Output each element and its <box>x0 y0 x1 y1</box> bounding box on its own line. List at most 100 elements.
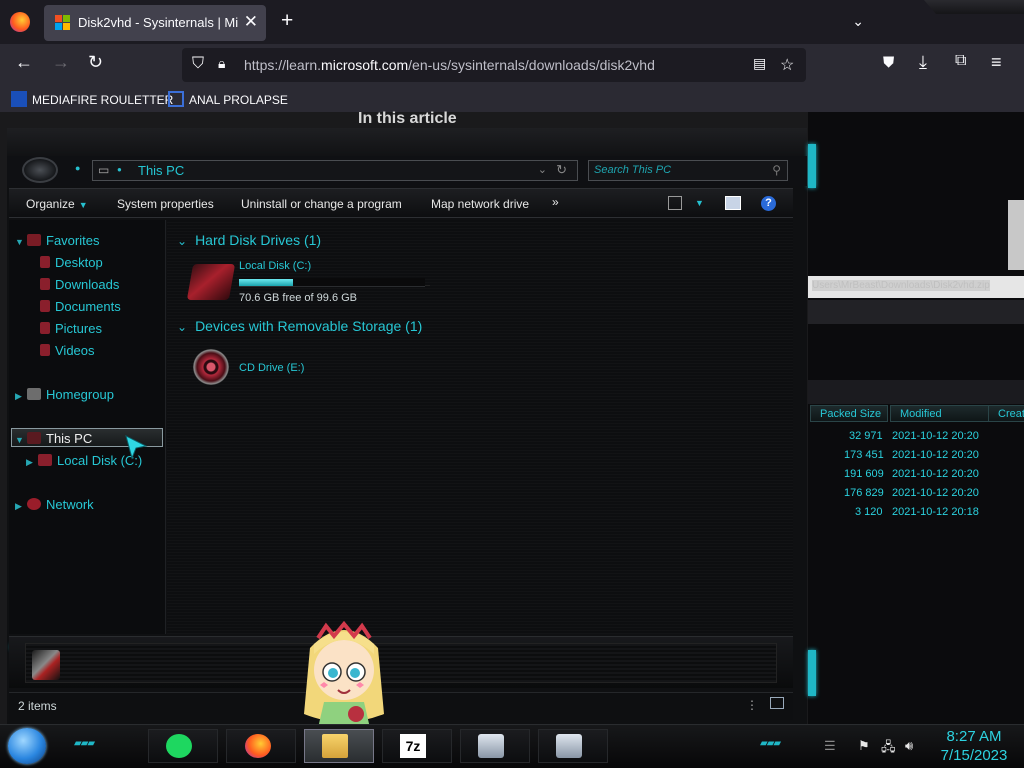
system-properties-button[interactable]: System properties <box>117 197 214 211</box>
clock-time: 8:27 AM <box>946 728 1002 745</box>
window-frame-decoration <box>924 0 1024 14</box>
extensions-icon[interactable]: ⧉ <box>955 52 966 70</box>
taskbar-decoration: ▰▰▰ <box>760 738 781 749</box>
nav-item-videos[interactable]: Videos <box>40 343 95 358</box>
refresh-icon[interactable]: ↻ <box>556 162 567 178</box>
table-row[interactable]: 173 451 2021-10-12 20:20 <box>808 446 1024 465</box>
address-text[interactable]: This PC <box>138 163 184 178</box>
collapse-chevron-icon[interactable]: ⌄ <box>177 320 187 334</box>
column-modified[interactable]: Modified <box>890 405 990 422</box>
documents-icon <box>40 300 50 312</box>
archive-column-headers: Packed Size Modified Creat <box>808 405 1024 423</box>
browser-tab-bar: Disk2vhd - Sysinternals | Micros ✕ + ⌄ <box>0 0 1024 44</box>
group-header-hard-disk-drives[interactable]: ⌄ Hard Disk Drives (1) <box>177 232 321 248</box>
preview-pane-icon[interactable] <box>725 196 741 210</box>
explorer-address-bar[interactable]: ▭ ● This PC ⌄ ↻ <box>92 160 578 181</box>
change-view-icon[interactable] <box>668 196 682 210</box>
back-forward-orb-icon[interactable] <box>22 157 58 183</box>
url-text[interactable]: https://learn.microsoft.com/en-us/sysint… <box>244 57 655 73</box>
volume-icon[interactable]: 🔊︎ <box>905 738 913 754</box>
nav-item-favorites[interactable]: ▼ Favorites <box>15 233 99 248</box>
chevron-down-icon: ▼ <box>78 200 88 210</box>
nav-item-documents[interactable]: Documents <box>40 299 121 314</box>
breadcrumb-arrow-icon[interactable]: ● <box>117 165 122 174</box>
local-disk-label[interactable]: Local Disk (C:) <box>239 260 311 272</box>
hard-drive-icon[interactable] <box>186 264 236 300</box>
forward-icon[interactable]: → <box>52 52 70 73</box>
column-packed-size[interactable]: Packed Size <box>810 405 888 422</box>
reload-icon[interactable]: ↻ <box>88 52 103 73</box>
system-clock[interactable]: 8:27 AM 7/15/2023 <box>930 727 1018 765</box>
back-icon[interactable]: ← <box>15 52 33 73</box>
frame-accent <box>808 144 816 188</box>
search-icon[interactable]: ⚲ <box>772 163 781 177</box>
reader-view-icon[interactable]: ▤ <box>753 55 766 72</box>
table-row[interactable]: 191 609 2021-10-12 20:20 <box>808 465 1024 484</box>
archive-address-bar[interactable]: Users\MrBeast\Downloads\Disk2vhd.zip <box>808 276 1024 298</box>
details-pane <box>9 636 793 688</box>
network-tray-icon[interactable]: 🖧︎ <box>881 738 896 760</box>
cd-drive-label[interactable]: CD Drive (E:) <box>239 362 304 374</box>
nav-item-downloads[interactable]: Downloads <box>40 277 119 292</box>
view-dropdown-icon[interactable]: ▼ <box>695 198 704 208</box>
clock-date: 7/15/2023 <box>940 747 1008 764</box>
computer-icon: ▭ <box>98 163 110 177</box>
close-tab-icon[interactable]: ✕ <box>244 12 258 32</box>
expand-arrow-icon[interactable]: ▼ <box>15 435 27 445</box>
expand-arrow-icon[interactable]: ▶ <box>15 391 27 402</box>
cd-drive-icon[interactable] <box>193 349 229 385</box>
action-center-flag-icon[interactable]: ⚑ <box>858 738 870 754</box>
homegroup-icon <box>27 388 41 400</box>
search-input[interactable]: Search This PC ⚲ <box>588 160 788 181</box>
firefox-icon[interactable] <box>10 12 30 32</box>
collapse-chevron-icon[interactable]: ⌄ <box>177 234 187 248</box>
table-row[interactable]: 32 971 2021-10-12 20:20 <box>808 427 1024 446</box>
expand-arrow-icon[interactable]: ▼ <box>15 237 27 247</box>
pocket-icon[interactable]: ⛊ <box>883 54 894 71</box>
lock-icon[interactable]: 🔒︎ <box>218 55 225 72</box>
organize-button[interactable]: Organize ▼ <box>26 197 88 211</box>
nav-item-network[interactable]: ▶ Network <box>15 497 94 512</box>
new-tab-button[interactable]: + <box>281 9 293 33</box>
group-header-removable-storage[interactable]: ⌄ Devices with Removable Storage (1) <box>177 318 422 334</box>
shield-icon[interactable]: ⛉ <box>192 55 204 73</box>
archive-toolbar <box>808 300 1024 324</box>
more-commands-button[interactable]: » <box>552 195 559 209</box>
bookmark-second[interactable]: ANAL PROLAPSE <box>168 91 288 107</box>
large-icons-view-icon[interactable] <box>770 697 784 709</box>
search-placeholder: Search This PC <box>594 164 672 176</box>
nav-item-this-pc[interactable]: ▼ This PC <box>15 431 92 446</box>
drive-tool-icon <box>478 734 504 758</box>
help-icon[interactable]: ? <box>761 196 776 211</box>
item-count: 2 items <box>18 699 57 713</box>
expand-arrow-icon[interactable]: ▶ <box>26 457 38 468</box>
uninstall-program-button[interactable]: Uninstall or change a program <box>241 197 402 211</box>
url-bar[interactable]: ⛉ 🔒︎ https://learn.microsoft.com/en-us/s… <box>182 48 806 82</box>
disk-usage-fill <box>239 279 293 286</box>
nav-item-desktop[interactable]: Desktop <box>40 255 103 270</box>
recent-pages-icon[interactable]: ● <box>75 163 80 173</box>
browser-tab-active[interactable]: Disk2vhd - Sysinternals | Micros ✕ <box>44 5 266 41</box>
table-row[interactable]: 176 829 2021-10-12 20:20 <box>808 484 1024 503</box>
bookmark-mediafire[interactable]: MEDIAFIRE ROULETTER <box>11 91 173 107</box>
nav-item-homegroup[interactable]: ▶ Homegroup <box>15 387 114 402</box>
show-hidden-icons-icon[interactable]: ☰ <box>824 738 836 754</box>
archive-panel <box>808 380 1024 404</box>
details-view-icon[interactable]: ⋮ <box>746 698 758 712</box>
disk-free-text: 70.6 GB free of 99.6 GB <box>239 292 358 304</box>
nav-item-pictures[interactable]: Pictures <box>40 321 102 336</box>
explorer-title-decoration <box>7 128 807 156</box>
download-icon[interactable]: ⤓ <box>919 52 927 73</box>
table-row[interactable]: 3 120 2021-10-12 20:18 <box>808 503 1024 522</box>
archive-scrollbar[interactable] <box>1008 200 1024 270</box>
bookmark-star-icon[interactable]: ☆ <box>780 55 794 75</box>
address-dropdown-icon[interactable]: ⌄ <box>538 163 547 176</box>
map-network-drive-button[interactable]: Map network drive <box>431 197 529 211</box>
expand-arrow-icon[interactable]: ▶ <box>15 501 27 512</box>
start-button[interactable] <box>8 728 46 764</box>
browser-nav-bar: ← → ↻ ⛉ 🔒︎ https://learn.microsoft.com/e… <box>0 44 1024 86</box>
spotify-icon <box>166 734 192 758</box>
list-all-tabs-chevron-icon[interactable]: ⌄ <box>852 13 864 30</box>
column-created[interactable]: Creat <box>988 405 1024 422</box>
menu-icon[interactable]: ≡ <box>991 52 1002 73</box>
